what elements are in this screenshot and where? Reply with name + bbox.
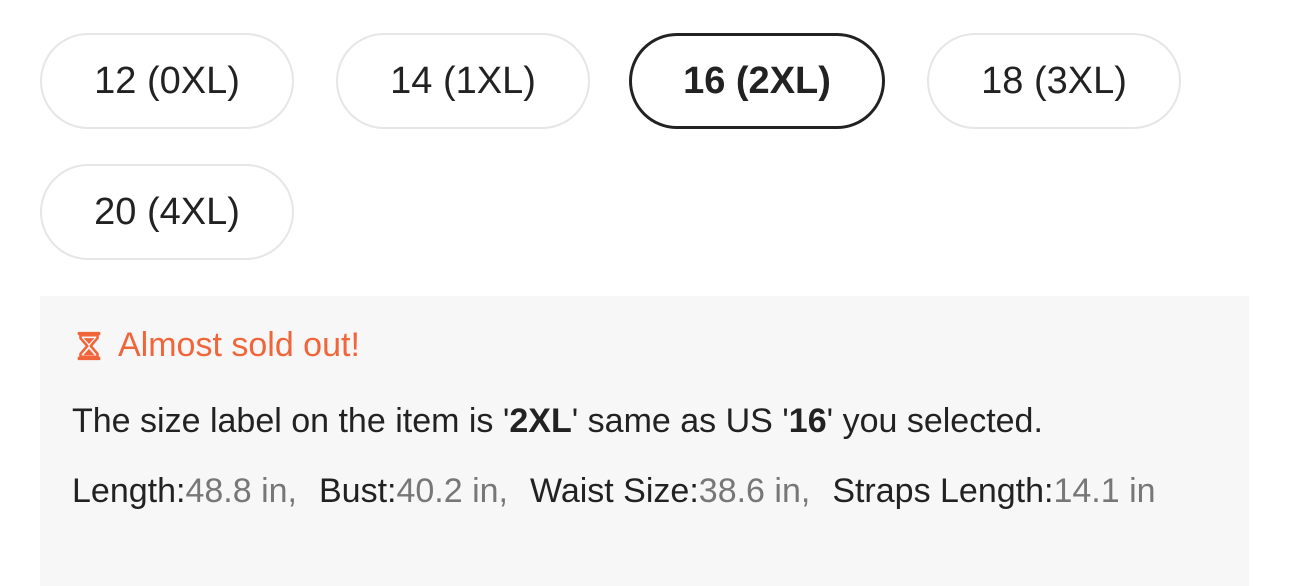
size-note-us-size: 16 (788, 402, 827, 440)
size-note-middle: ' same as US ' (571, 402, 789, 440)
size-note-label: 2XL (509, 402, 572, 440)
size-option-16-2xl[interactable]: 16 (2XL) (629, 33, 885, 129)
size-info-panel: Almost sold out! The size label on the i… (40, 296, 1249, 586)
size-option-14-1xl[interactable]: 14 (1XL) (336, 33, 590, 129)
measurement-waist-value: 38.6 in, (698, 472, 811, 510)
size-note-suffix: ' you selected. (826, 402, 1043, 440)
size-note-prefix: The size label on the item is ' (72, 402, 510, 440)
measurement-waist-name: Waist Size: (530, 472, 699, 510)
measurement-bust-value: 40.2 in, (396, 472, 508, 510)
measurements: Length:48.8 in, Bust:40.2 in, Waist Size:3… (72, 464, 1212, 518)
size-label-note: The size label on the item is '2XL' same… (72, 402, 1043, 441)
measurement-bust-name: Bust: (318, 472, 397, 510)
size-option-12-0xl[interactable]: 12 (0XL) (40, 33, 294, 129)
measurement-length-value: 48.8 in, (185, 472, 297, 510)
stock-alert-text: Almost sold out! (118, 326, 360, 364)
stock-alert: Almost sold out! (72, 326, 360, 365)
size-option-20-4xl[interactable]: 20 (4XL) (40, 164, 294, 260)
measurement-straps-name: Straps Length: (832, 472, 1054, 510)
measurement-straps-value: 14.1 in (1053, 472, 1156, 510)
measurement-length-name: Length: (72, 472, 186, 510)
size-option-18-3xl[interactable]: 18 (3XL) (927, 33, 1181, 129)
hourglass-icon (77, 331, 101, 360)
